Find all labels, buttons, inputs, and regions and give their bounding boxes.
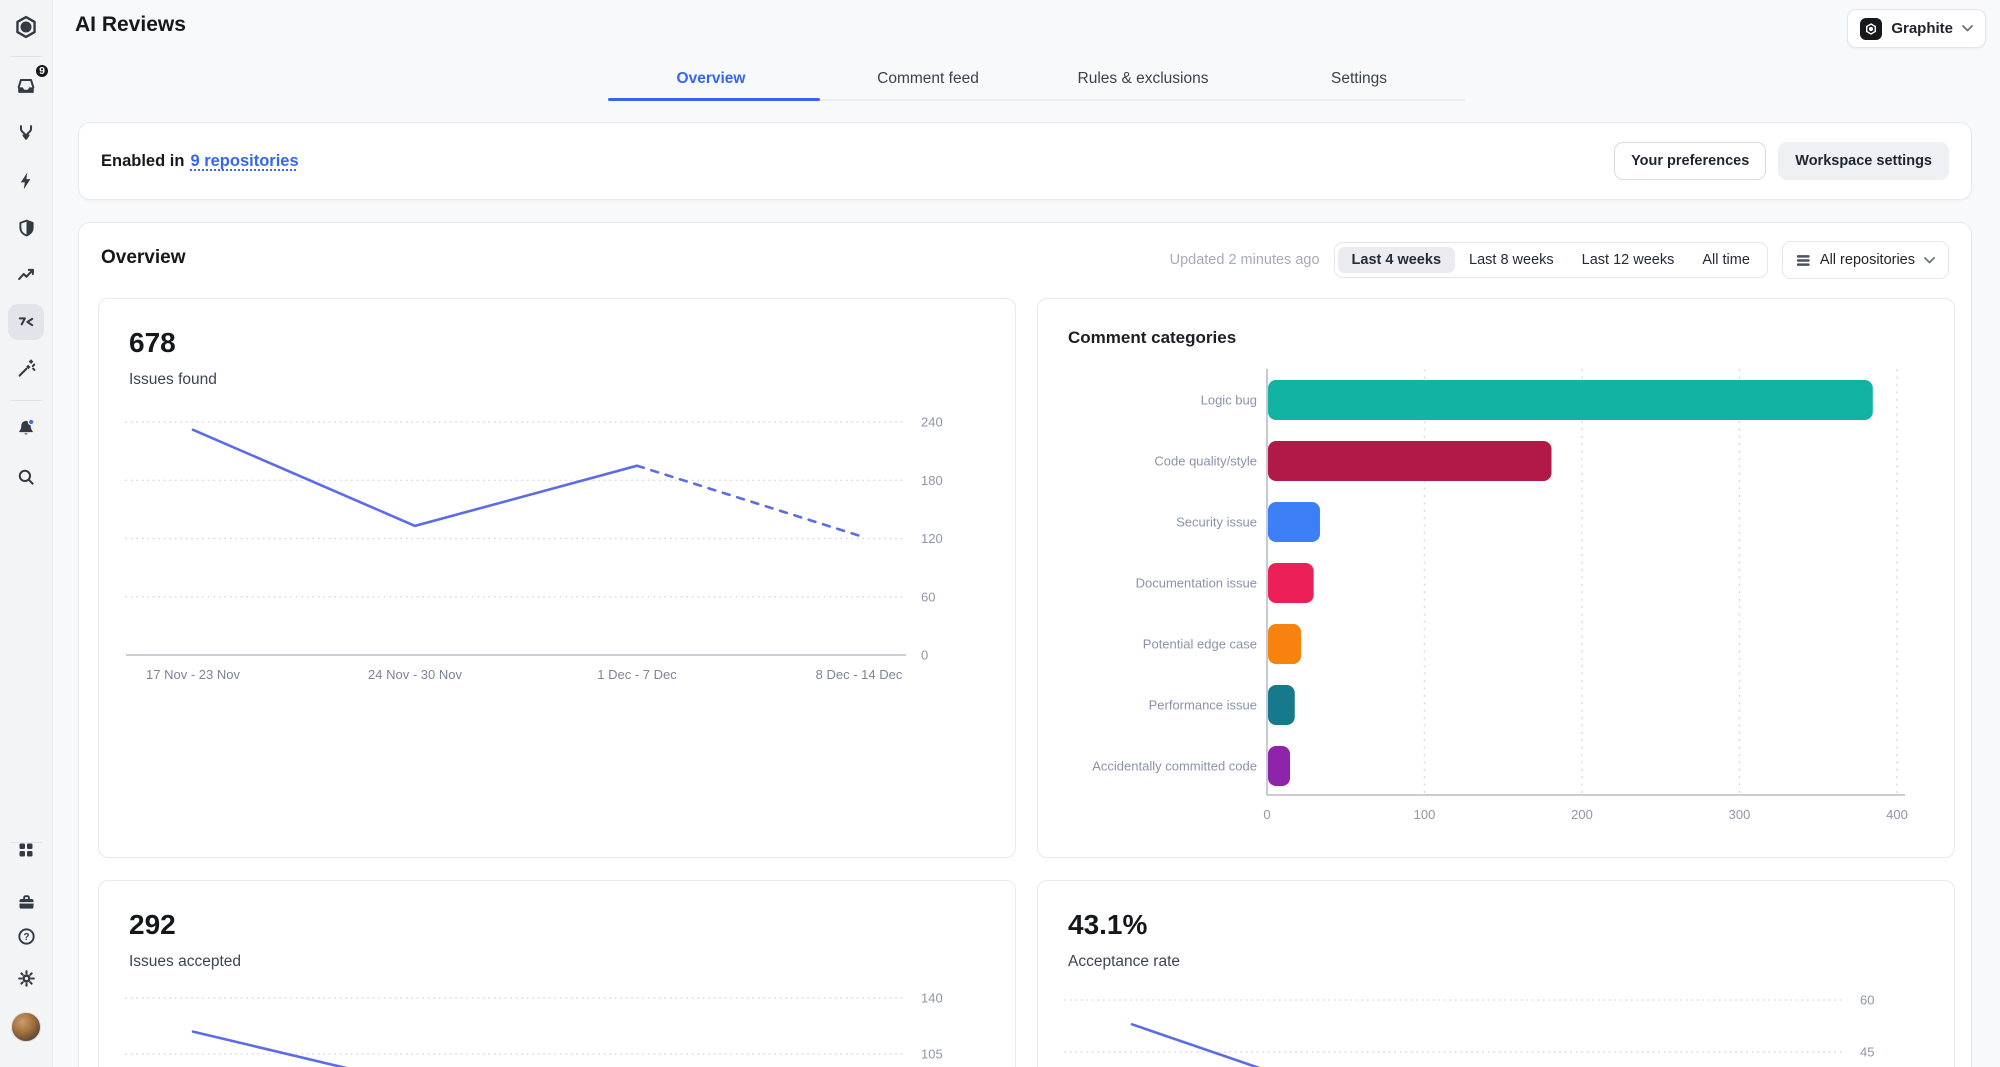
search-icon[interactable] bbox=[8, 459, 44, 495]
ai-reviews-page: 9 ? AI Reviews Graphite Overview Comment… bbox=[0, 0, 2000, 1067]
svg-text:Performance issue: Performance issue bbox=[1149, 698, 1257, 713]
range-all-time[interactable]: All time bbox=[1688, 247, 1764, 273]
briefcase-icon[interactable] bbox=[8, 884, 44, 920]
svg-text:300: 300 bbox=[1729, 807, 1751, 822]
range-last-8-weeks[interactable]: Last 8 weeks bbox=[1455, 247, 1568, 273]
issues-found-card: 678 Issues found 240 180 120 60 0 17 Nov - 23… bbox=[98, 298, 1016, 858]
chevron-down-icon bbox=[1962, 25, 1973, 32]
workspace-switcher-button[interactable]: Graphite bbox=[1847, 9, 1986, 48]
workspace-settings-button[interactable]: Workspace settings bbox=[1778, 142, 1949, 180]
svg-text:0: 0 bbox=[921, 648, 928, 663]
enabled-banner: Enabled in 9 repositories Your preferenc… bbox=[78, 122, 1972, 200]
active-tab-underline bbox=[608, 98, 820, 101]
svg-text:120: 120 bbox=[921, 531, 943, 546]
repository-filter-dropdown[interactable]: All repositories bbox=[1781, 241, 1949, 279]
workspace-name: Graphite bbox=[1891, 20, 1953, 37]
svg-text:105: 105 bbox=[921, 1047, 943, 1062]
tab-rules-exclusions[interactable]: Rules & exclusions bbox=[1078, 66, 1209, 92]
tab-settings[interactable]: Settings bbox=[1331, 66, 1387, 92]
comment-categories-card: Comment categories 0 100 200 300 400 Logic bu… bbox=[1037, 298, 1955, 858]
wand-icon[interactable] bbox=[8, 351, 44, 387]
svg-text:400: 400 bbox=[1886, 807, 1908, 822]
sidebar-divider bbox=[10, 56, 42, 57]
svg-text:0: 0 bbox=[1263, 807, 1270, 822]
inbox-icon[interactable]: 9 bbox=[8, 63, 50, 104]
svg-text:Accidentally committed code: Accidentally committed code bbox=[1092, 759, 1257, 774]
svg-text:Code quality/style: Code quality/style bbox=[1154, 454, 1257, 469]
tab-comment-feed[interactable]: Comment feed bbox=[877, 66, 979, 92]
svg-text:100: 100 bbox=[1414, 807, 1436, 822]
bell-icon[interactable] bbox=[8, 410, 44, 446]
your-preferences-button[interactable]: Your preferences bbox=[1614, 142, 1767, 180]
ai-reviews-icon[interactable] bbox=[8, 304, 44, 340]
svg-text:Security issue: Security issue bbox=[1176, 515, 1257, 530]
sidebar-divider bbox=[10, 400, 42, 401]
lightning-icon[interactable] bbox=[8, 163, 44, 199]
comment-categories-bar-chart: 0 100 200 300 400 Logic bug Code quality/style… bbox=[1092, 369, 1908, 822]
issues-found-line-chart: 240 180 120 60 0 17 Nov - 23 Nov 24 Nov - 30 N… bbox=[125, 415, 943, 682]
gear-icon[interactable] bbox=[8, 960, 44, 996]
range-last-12-weeks[interactable]: Last 12 weeks bbox=[1568, 247, 1689, 273]
svg-text:200: 200 bbox=[1571, 807, 1593, 822]
svg-text:240: 240 bbox=[921, 415, 943, 430]
range-last-4-weeks[interactable]: Last 4 weeks bbox=[1337, 247, 1456, 273]
merge-icon[interactable] bbox=[8, 115, 44, 151]
tab-overview[interactable]: Overview bbox=[677, 66, 746, 92]
enabled-text: Enabled in bbox=[101, 151, 185, 170]
help-icon[interactable]: ? bbox=[8, 918, 44, 954]
user-avatar[interactable] bbox=[8, 1009, 44, 1045]
repo-filter-value: All repositories bbox=[1819, 252, 1915, 268]
tab-bar: Overview Comment feed Rules & exclusions… bbox=[608, 0, 1465, 101]
svg-text:Potential edge case: Potential edge case bbox=[1143, 637, 1257, 652]
svg-text:140: 140 bbox=[921, 991, 943, 1006]
svg-text:60: 60 bbox=[921, 589, 935, 604]
graphite-mini-logo-icon bbox=[1860, 17, 1883, 40]
svg-text:45: 45 bbox=[1860, 1045, 1874, 1060]
svg-text:Documentation issue: Documentation issue bbox=[1136, 576, 1257, 591]
svg-text:17 Nov - 23 Nov: 17 Nov - 23 Nov bbox=[146, 667, 240, 682]
svg-text:180: 180 bbox=[921, 473, 943, 488]
issues-accepted-card: 292 Issues accepted 140 105 bbox=[98, 880, 1016, 1067]
acceptance-rate-card: 43.1% Acceptance rate 60 45 bbox=[1037, 880, 1955, 1067]
svg-text:60: 60 bbox=[1860, 993, 1874, 1008]
svg-text:24 Nov - 30 Nov: 24 Nov - 30 Nov bbox=[368, 667, 462, 682]
banner-actions: Your preferences Workspace settings bbox=[1614, 142, 1949, 180]
svg-text:Logic bug: Logic bug bbox=[1201, 393, 1257, 408]
svg-text:?: ? bbox=[23, 932, 29, 943]
chevron-down-icon bbox=[1924, 256, 1935, 263]
svg-text:1 Dec - 7 Dec: 1 Dec - 7 Dec bbox=[597, 667, 677, 682]
issues-accepted-line-chart: 140 105 bbox=[125, 991, 943, 1067]
svg-text:8 Dec - 14 Dec: 8 Dec - 14 Dec bbox=[816, 667, 903, 682]
updated-timestamp: Updated 2 minutes ago bbox=[1169, 252, 1320, 268]
insights-icon[interactable] bbox=[8, 256, 44, 292]
overview-controls: Updated 2 minutes ago Last 4 weeks Last … bbox=[1169, 241, 1949, 279]
acceptance-rate-line-chart: 60 45 bbox=[1064, 993, 1874, 1067]
inbox-badge: 9 bbox=[34, 63, 50, 79]
apps-grid-icon[interactable] bbox=[8, 832, 44, 868]
time-range-segmented-control: Last 4 weeks Last 8 weeks Last 12 weeks … bbox=[1333, 242, 1768, 278]
repo-rows-icon bbox=[1796, 254, 1810, 266]
shield-icon[interactable] bbox=[8, 210, 44, 246]
overview-heading: Overview bbox=[101, 247, 186, 268]
graphite-logo-icon[interactable] bbox=[8, 9, 44, 45]
sidebar: 9 ? bbox=[0, 0, 53, 1067]
page-title: AI Reviews bbox=[75, 13, 186, 36]
repositories-link[interactable]: 9 repositories bbox=[190, 152, 298, 171]
